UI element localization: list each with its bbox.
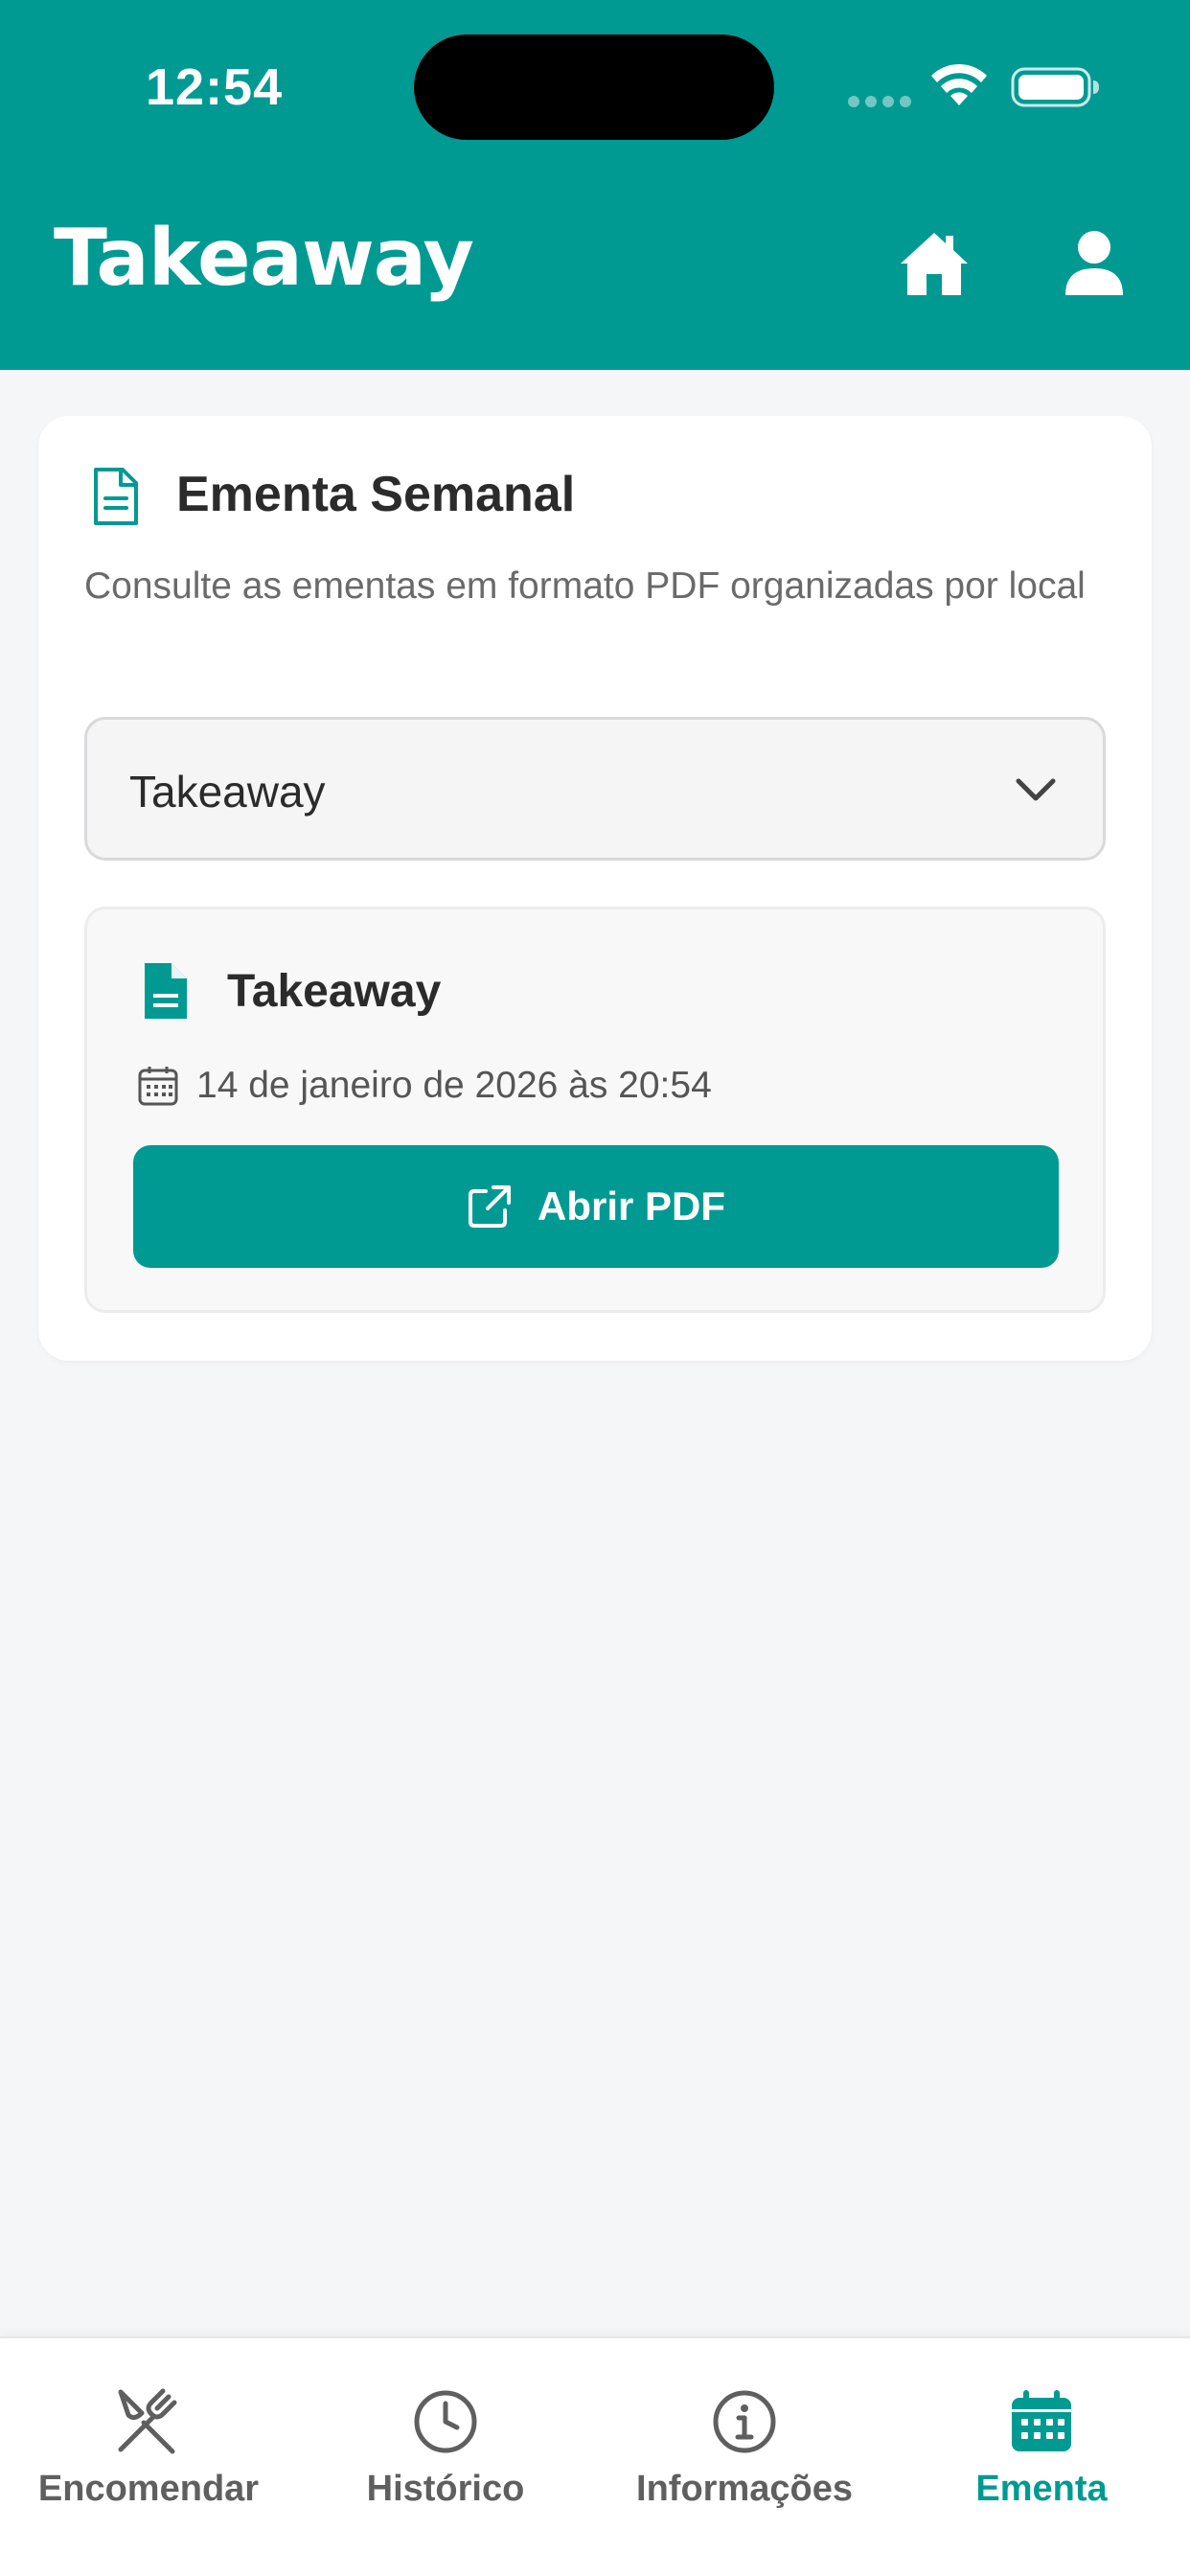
cellular-signal-icon — [848, 96, 911, 107]
info-icon — [713, 2390, 776, 2453]
weekly-menu-card: Ementa Semanal Consulte as ementas em fo… — [38, 416, 1152, 1361]
nav-label: Encomendar — [37, 2469, 260, 2509]
home-icon[interactable] — [899, 230, 970, 297]
document-icon — [94, 468, 138, 525]
calendar-icon — [1012, 2390, 1071, 2451]
card-description: Consulte as ementas em formato PDF organ… — [84, 565, 1086, 607]
nav-label: Histórico — [366, 2469, 525, 2509]
calendar-icon — [138, 1067, 178, 1106]
nav-item-informacoes[interactable]: Informações — [596, 2338, 893, 2520]
location-select[interactable]: Takeaway — [84, 717, 1106, 861]
status-bar-time: 12:54 — [146, 58, 284, 116]
location-select-value: Takeaway — [129, 767, 326, 816]
battery-icon — [1011, 67, 1099, 107]
external-link-icon — [468, 1185, 511, 1228]
open-pdf-label: Abrir PDF — [537, 1184, 725, 1229]
nav-label: Ementa — [975, 2469, 1108, 2509]
utensils-crossed-icon — [118, 2388, 177, 2454]
card-title: Ementa Semanal — [176, 467, 576, 522]
nav-item-encomendar[interactable]: Encomendar — [0, 2338, 297, 2520]
user-profile-icon[interactable] — [1064, 230, 1125, 297]
bottom-navigation: Encomendar Histórico Informações Ementa — [0, 2336, 1190, 2576]
page-title: Takeaway — [54, 213, 474, 304]
file-text-icon — [145, 963, 187, 1019]
dynamic-island — [414, 34, 774, 140]
pdf-name: Takeaway — [227, 966, 442, 1017]
wifi-icon — [931, 63, 987, 105]
open-pdf-button[interactable]: Abrir PDF — [133, 1145, 1059, 1268]
pdf-menu-item: Takeaway 14 de janeiro de 2026 às 20:54 … — [84, 907, 1106, 1313]
nav-label: Informações — [636, 2469, 853, 2509]
app-header: 12:54 Takeaway — [0, 0, 1190, 370]
chevron-down-icon — [1016, 778, 1056, 801]
pdf-date: 14 de janeiro de 2026 às 20:54 — [196, 1065, 712, 1106]
nav-item-ementa[interactable]: Ementa — [893, 2338, 1190, 2520]
clock-icon — [414, 2390, 477, 2453]
nav-item-historico[interactable]: Histórico — [297, 2338, 594, 2520]
